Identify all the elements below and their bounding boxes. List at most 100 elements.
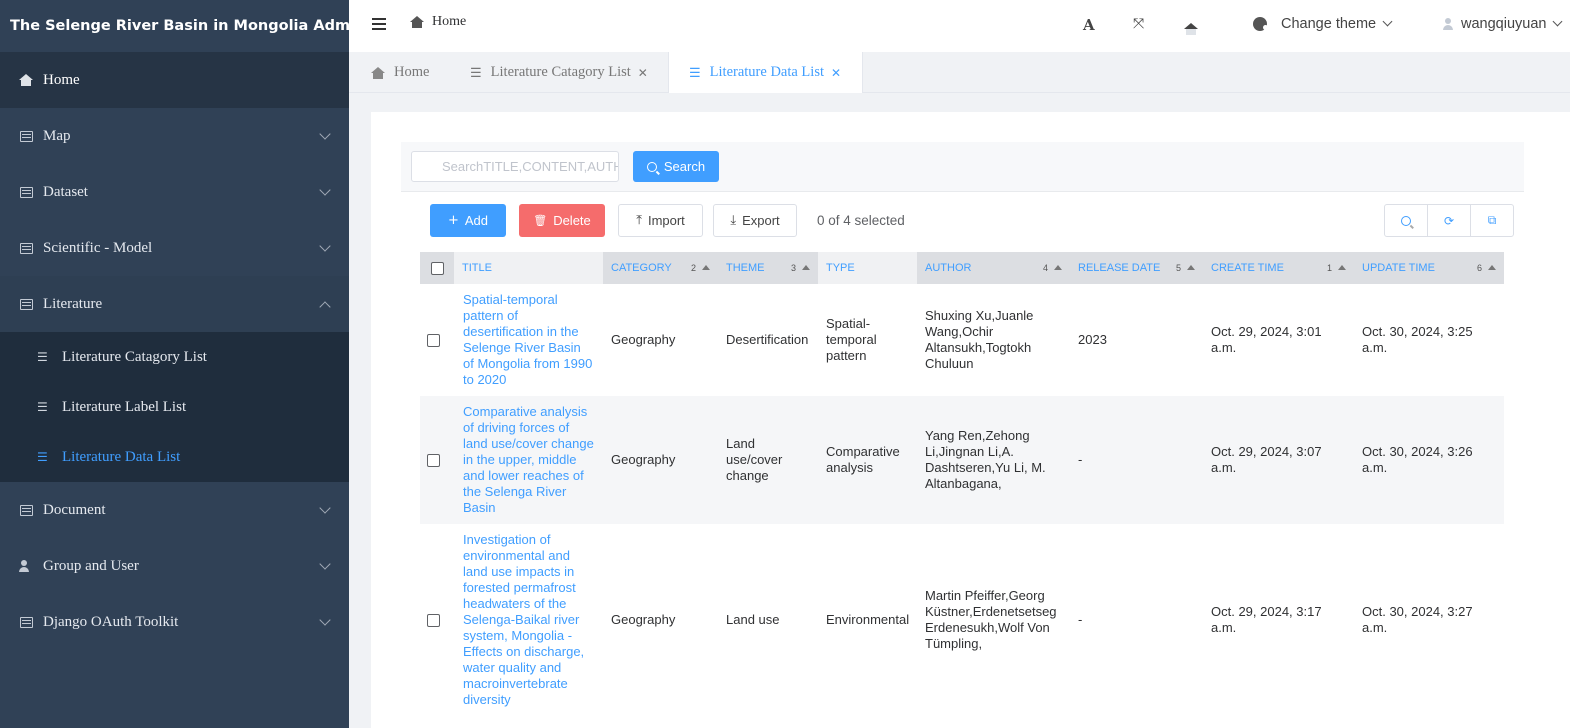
sort-asc-icon	[1338, 265, 1346, 270]
cell-update-time: Oct. 30, 2024, 3:27 a.m.	[1354, 524, 1504, 716]
checklist-icon: ☰	[37, 449, 48, 464]
refresh-icon[interactable]: ⟳	[1428, 205, 1471, 236]
cell-release-date: -	[1070, 524, 1203, 716]
chevron-up-icon	[319, 301, 331, 313]
literature-submenu: ☰ Literature Catagory List ☰ Literature …	[0, 332, 349, 482]
cell-update-time: Oct. 30, 2024, 3:26 a.m.	[1354, 396, 1504, 524]
cell-author: Shuxing Xu,Juanle Wang,Ochir Altansukh,T…	[917, 284, 1070, 396]
palette-icon	[1253, 17, 1268, 31]
import-button[interactable]: ⤒ Import	[618, 204, 703, 237]
sidebar-item-django-oauth-toolkit[interactable]: Django OAuth Toolkit	[0, 594, 349, 650]
tab-home[interactable]: Home	[371, 52, 429, 93]
sidebar-item-map[interactable]: Map	[0, 108, 349, 164]
table-header-row: TITLE CATEGORY 2 THEME 3 TYPE AUTHOR 4 RELE…	[420, 252, 1504, 284]
sidebar-item-dataset[interactable]: Dataset	[0, 164, 349, 220]
cell-title-link[interactable]: Comparative analysis of driving forces o…	[454, 396, 603, 524]
column-header-theme[interactable]: THEME 3	[718, 252, 818, 284]
hamburger-icon[interactable]	[372, 18, 386, 30]
add-button[interactable]: + Add	[430, 204, 506, 237]
sort-order: 6	[1476, 263, 1482, 273]
column-label: TYPE	[826, 262, 855, 274]
cell-type: Comparative analysis	[818, 396, 917, 524]
sort-asc-icon	[1187, 265, 1195, 270]
sidebar-item-document[interactable]: Document	[0, 482, 349, 538]
column-header-release-date[interactable]: RELEASE DATE 5	[1070, 252, 1203, 284]
cell-theme: Land use/cover change	[718, 396, 818, 524]
sidebar-item-home[interactable]: Home	[0, 52, 349, 108]
chevron-down-icon	[319, 128, 331, 140]
sidebar-item-scientific-model[interactable]: Scientific - Model	[0, 220, 349, 276]
export-icon[interactable]: ⧉	[1471, 205, 1513, 236]
export-button[interactable]: ⤓ Export	[713, 204, 797, 237]
close-icon[interactable]: ✕	[831, 66, 841, 80]
search-button[interactable]: Search	[633, 151, 719, 182]
user-icon	[1443, 18, 1457, 30]
sidebar-item-literature-label-list[interactable]: ☰ Literature Label List	[0, 382, 349, 432]
selection-count: 0 of 4 selected	[817, 213, 905, 228]
column-header-create-time[interactable]: CREATE TIME 1	[1203, 252, 1354, 284]
row-checkbox[interactable]	[426, 334, 440, 348]
sidebar-item-label: Literature Catagory List	[62, 348, 207, 365]
cell-release-date: -	[1070, 396, 1203, 524]
sidebar-item-label: Home	[43, 71, 80, 88]
list-icon	[18, 503, 34, 517]
tab-label: Literature Data List	[709, 64, 824, 80]
sort-order: 5	[1175, 263, 1181, 273]
checklist-icon: ☰	[689, 64, 701, 80]
cell-title-link[interactable]: Investigation of environmental and land …	[454, 524, 603, 716]
home-icon	[371, 66, 385, 79]
cell-create-time: Oct. 29, 2024, 3:07 a.m.	[1203, 396, 1354, 524]
cell-category: Geography	[603, 524, 718, 716]
list-icon	[18, 615, 34, 629]
tab-literature-catagory-list[interactable]: ☰ Literature Catagory List ✕	[470, 52, 648, 93]
row-select-cell	[420, 284, 454, 396]
cell-category: Geography	[603, 396, 718, 524]
export-label: Export	[742, 213, 780, 228]
chevron-down-icon	[319, 184, 331, 196]
cell-title-link[interactable]: Spatial-temporal pattern of desertificat…	[454, 284, 603, 396]
sidebar-item-label: Document	[43, 501, 106, 518]
column-header-update-time[interactable]: UPDATE TIME 6	[1354, 252, 1504, 284]
search-input[interactable]	[411, 151, 619, 182]
font-size-icon[interactable]: A	[1083, 16, 1095, 34]
row-checkbox[interactable]	[426, 614, 440, 628]
sidebar-item-group-and-user[interactable]: Group and User	[0, 538, 349, 594]
sidebar-item-literature-data-list[interactable]: ☰ Literature Data List	[0, 432, 349, 482]
sidebar-item-literature-catagory-list[interactable]: ☰ Literature Catagory List	[0, 332, 349, 382]
fullscreen-icon[interactable]: ⤧	[1133, 16, 1144, 32]
select-all-checkbox[interactable]	[430, 261, 444, 275]
column-label: CREATE TIME	[1211, 262, 1284, 274]
sidebar-item-literature[interactable]: Literature	[0, 276, 349, 332]
search-button-label: Search	[663, 159, 706, 174]
column-header-type[interactable]: TYPE	[818, 252, 917, 284]
home-icon[interactable]	[1184, 19, 1198, 36]
select-all-cell	[420, 252, 454, 284]
sort-asc-icon	[1054, 265, 1062, 270]
cell-author: Yang Ren,Zehong Li,Jingnan Li,A. Dashtse…	[917, 396, 1070, 524]
user-dropdown[interactable]: wangqiuyuan	[1443, 16, 1563, 32]
upload-icon: ⤒	[636, 213, 642, 228]
breadcrumb: Home	[410, 14, 466, 30]
column-header-title[interactable]: TITLE	[454, 252, 603, 284]
sort-order: 2	[690, 263, 696, 273]
column-label: UPDATE TIME	[1362, 262, 1435, 274]
column-header-category[interactable]: CATEGORY 2	[603, 252, 718, 284]
list-icon	[18, 185, 34, 199]
sidebar-item-label: Scientific - Model	[43, 239, 153, 256]
search-toggle-icon[interactable]	[1385, 205, 1428, 236]
close-icon[interactable]: ✕	[638, 66, 648, 80]
sort-asc-icon	[802, 265, 810, 270]
column-label: TITLE	[462, 262, 492, 274]
tab-literature-data-list[interactable]: ☰ Literature Data List ✕	[668, 52, 863, 93]
column-label: RELEASE DATE	[1078, 262, 1161, 274]
cell-theme: Land use	[718, 524, 818, 716]
table-row: Investigation of environmental and land …	[420, 524, 1504, 716]
table-row: Comparative analysis of driving forces o…	[420, 396, 1504, 524]
breadcrumb-home[interactable]: Home	[432, 14, 466, 30]
list-icon	[18, 129, 34, 143]
cell-theme: Desertification	[718, 284, 818, 396]
delete-button[interactable]: 🗑 Delete	[519, 204, 605, 237]
change-theme-dropdown[interactable]: Change theme	[1253, 16, 1393, 32]
column-header-author[interactable]: AUTHOR 4	[917, 252, 1070, 284]
row-checkbox[interactable]	[426, 454, 440, 468]
